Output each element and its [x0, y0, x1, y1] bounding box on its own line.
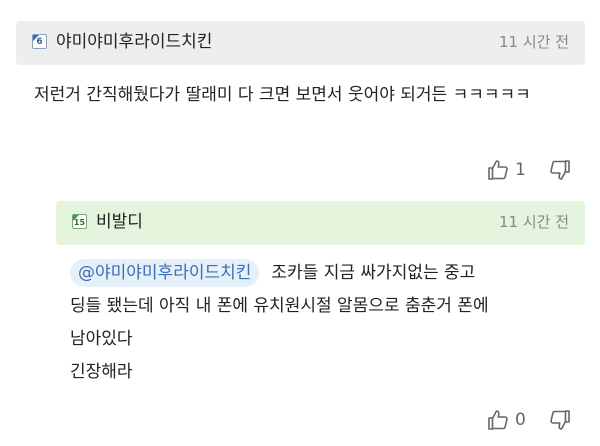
- level-badge-icon: 6: [32, 34, 47, 49]
- like-count: 0: [515, 410, 526, 430]
- like-button[interactable]: 0: [486, 406, 526, 434]
- mention-tag[interactable]: @야미야미후라이드치킨: [70, 259, 260, 287]
- like-button[interactable]: 1: [486, 156, 526, 184]
- level-badge-number: 15: [73, 218, 86, 227]
- comment-timestamp: 11 시간 전: [498, 33, 569, 51]
- thumbs-down-icon: [550, 410, 570, 430]
- reply-line-4: 긴장해라: [70, 362, 133, 382]
- reply-line-3: 남아있다: [70, 329, 133, 349]
- comment-text: 저런거 간직해뒀다가 딸래미 다 크면 보면서 웃어야 되거든 ㅋㅋㅋㅋㅋ: [34, 85, 531, 105]
- thumbs-up-icon: [488, 160, 508, 180]
- comment-header: 6 야미야미후라이드치킨 11 시간 전: [16, 21, 585, 65]
- reply-line-2: 딩들 됐는데 아직 내 폰에 유치원시절 알몸으로 춤춘거 폰에: [70, 296, 489, 316]
- thumbs-up-icon: [488, 410, 508, 430]
- reply-author[interactable]: 비발디: [96, 210, 143, 234]
- reply-line-1: @야미야미후라이드치킨 조카들 지금 싸가지없는 중고: [70, 257, 590, 290]
- reply-timestamp: 11 시간 전: [498, 213, 569, 231]
- level-badge-number: 6: [36, 37, 43, 47]
- reply-text: @야미야미후라이드치킨 조카들 지금 싸가지없는 중고 딩들 됐는데 아직 내 폰…: [70, 257, 590, 389]
- comment-author[interactable]: 야미야미후라이드치킨: [56, 30, 212, 54]
- level-badge-icon: 15: [72, 214, 87, 229]
- dislike-button[interactable]: [546, 406, 574, 434]
- like-count: 1: [515, 160, 526, 180]
- dislike-button[interactable]: [546, 156, 574, 184]
- thumbs-down-icon: [550, 160, 570, 180]
- reply-header: 15 비발디 11 시간 전: [56, 201, 585, 245]
- reply-line-1-text: 조카들 지금 싸가지없는 중고: [271, 263, 476, 283]
